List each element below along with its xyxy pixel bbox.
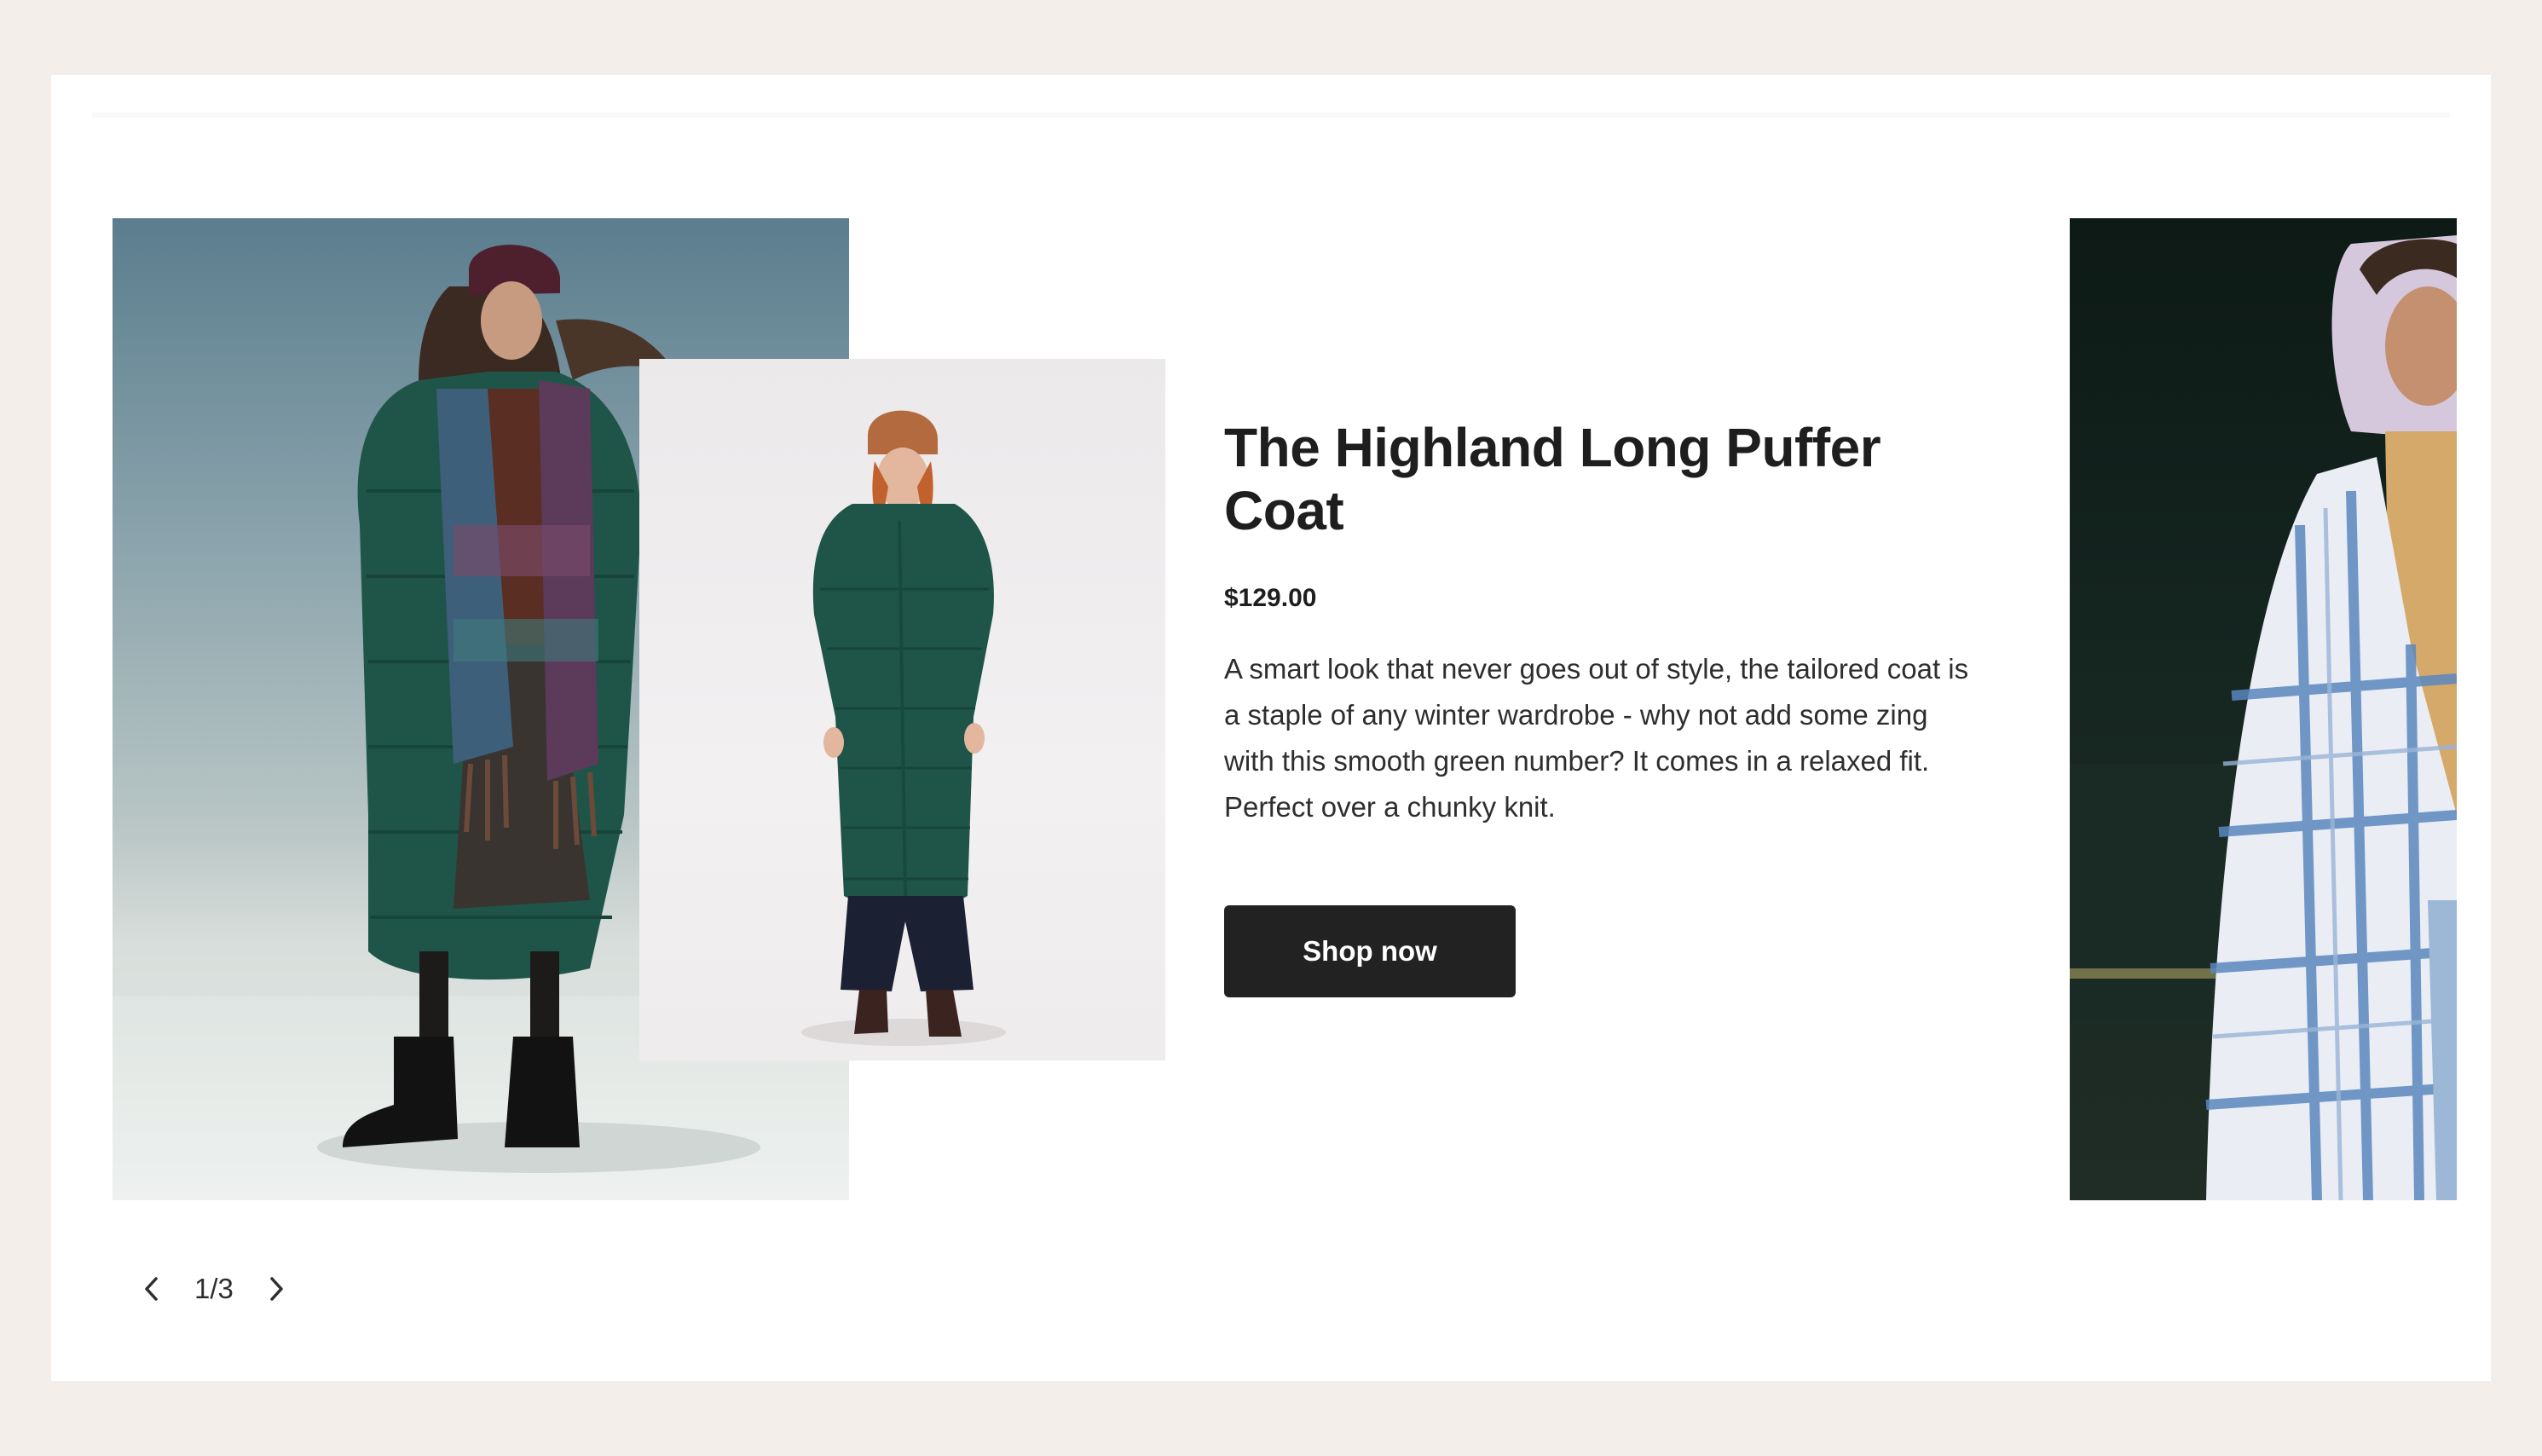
product-title: The Highland Long Puffer Coat xyxy=(1224,417,1881,541)
slide-counter: 1/3 xyxy=(194,1273,234,1304)
product-price: $129.00 xyxy=(1224,584,1317,612)
divider xyxy=(92,113,2450,118)
product-description: A smart look that never goes out of styl… xyxy=(1224,653,1969,823)
chevron-right-icon[interactable] xyxy=(252,1265,300,1313)
hero-carousel-card: The Highland Long Puffer Coat $129.00 A … xyxy=(51,75,2491,1381)
product-info: The Highland Long Puffer Coat $129.00 A … xyxy=(1224,416,1991,830)
chevron-left-icon[interactable] xyxy=(128,1265,176,1313)
product-image xyxy=(639,359,1165,1060)
carousel-pager: 1/3 xyxy=(128,1265,300,1313)
shop-now-button[interactable]: Shop now xyxy=(1224,905,1516,997)
next-slide-image xyxy=(2070,218,2457,1200)
